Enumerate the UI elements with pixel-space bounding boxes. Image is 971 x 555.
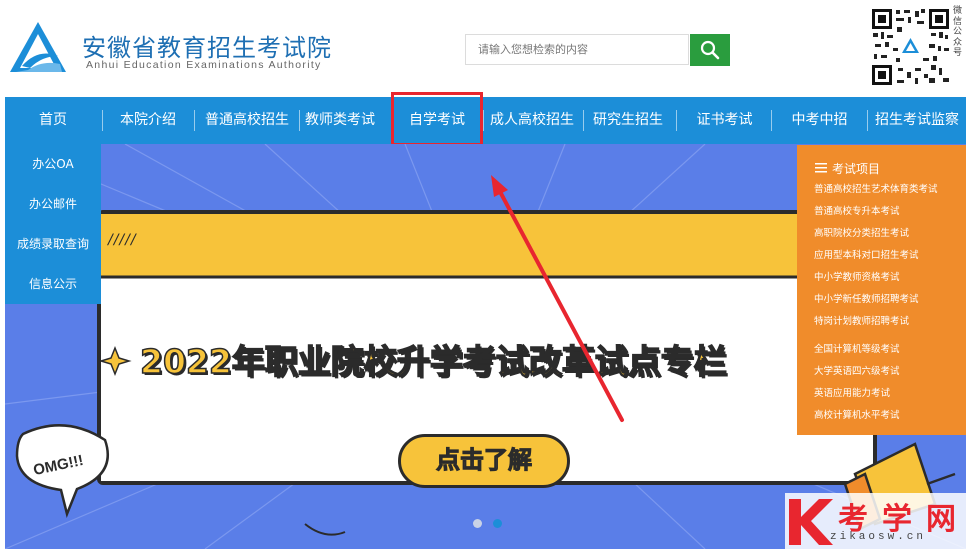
highlight-box bbox=[391, 92, 483, 146]
nav-item-graduate[interactable]: 研究生招生 bbox=[584, 97, 672, 144]
quick-links-sidebar: 办公OA 办公邮件 成绩录取查询 信息公示 bbox=[5, 144, 101, 304]
search-icon bbox=[700, 40, 720, 60]
exam-item-college-computer[interactable]: 高校计算机水平考试 bbox=[814, 407, 900, 421]
search-button[interactable] bbox=[690, 34, 730, 66]
main-nav: 首页 本院介绍 普通高校招生 教师类考试 自学考试 成人高校招生 研究生招生 证… bbox=[5, 97, 966, 144]
nav-item-college-admission[interactable]: 普通高校招生 bbox=[195, 97, 299, 144]
exam-item-computer-rank[interactable]: 全国计算机等级考试 bbox=[814, 341, 900, 355]
sidebar-item-info-disclosure[interactable]: 信息公示 bbox=[5, 264, 101, 304]
learn-more-button[interactable]: 点击了解 bbox=[398, 434, 570, 488]
list-icon bbox=[815, 163, 827, 173]
nav-item-teacher-exam[interactable]: 教师类考试 bbox=[300, 97, 380, 144]
exam-item-new-teacher[interactable]: 中小学新任教师招聘考试 bbox=[814, 291, 919, 305]
nav-item-high-school[interactable]: 中考中招 bbox=[772, 97, 867, 144]
sidebar-item-office-oa[interactable]: 办公OA bbox=[5, 144, 101, 184]
exam-item-applied-undergrad[interactable]: 应用型本科对口招生考试 bbox=[814, 247, 919, 261]
watermark-url: zikaosw.cn bbox=[830, 531, 927, 543]
sidebar-item-office-mail[interactable]: 办公邮件 bbox=[5, 184, 101, 224]
sidebar-item-score-query[interactable]: 成绩录取查询 bbox=[5, 224, 101, 264]
exam-item-teacher-cert[interactable]: 中小学教师资格考试 bbox=[814, 269, 900, 283]
nav-item-supervision[interactable]: 招生考试监察 bbox=[868, 97, 966, 144]
nav-item-adult-college[interactable]: 成人高校招生 bbox=[484, 97, 580, 144]
banner-title: 2022年职业院校升学考试改革试点专栏 bbox=[139, 341, 727, 382]
wechat-label: 微信公众号 bbox=[953, 6, 963, 58]
site-subtitle: Anhui Education Examinations Authority bbox=[86, 59, 322, 71]
wechat-qr-code bbox=[871, 8, 950, 86]
search-box bbox=[465, 34, 689, 65]
exam-projects-title: 考试项目 bbox=[832, 162, 881, 176]
exam-item-special-post[interactable]: 特岗计划教师招聘考试 bbox=[814, 313, 909, 327]
nav-item-about[interactable]: 本院介绍 bbox=[103, 97, 193, 144]
nav-item-home[interactable]: 首页 bbox=[5, 97, 101, 144]
banner-slashes: ///// bbox=[108, 232, 137, 248]
carousel-dot-active[interactable] bbox=[493, 519, 502, 528]
authority-logo[interactable] bbox=[8, 20, 68, 76]
site-title[interactable]: 安徽省教育招生考试院 bbox=[82, 28, 332, 63]
exam-item-art-sports[interactable]: 普通高校招生艺术体育类考试 bbox=[814, 181, 938, 195]
search-input[interactable] bbox=[478, 35, 678, 63]
exam-item-english-ability[interactable]: 英语应用能力考试 bbox=[814, 385, 890, 399]
exam-projects-panel: 考试项目 普通高校招生艺术体育类考试 普通高校专升本考试 高职院校分类招生考试 … bbox=[797, 145, 966, 435]
site-header: 安徽省教育招生考试院 Anhui Education Examinations … bbox=[0, 0, 971, 97]
exam-item-vocational[interactable]: 高职院校分类招生考试 bbox=[814, 225, 909, 239]
nav-item-certificate[interactable]: 证书考试 bbox=[677, 97, 772, 144]
exam-item-upgrade[interactable]: 普通高校专升本考试 bbox=[814, 203, 900, 217]
carousel-dot[interactable] bbox=[473, 519, 482, 528]
exam-item-cet[interactable]: 大学英语四六级考试 bbox=[814, 363, 900, 377]
